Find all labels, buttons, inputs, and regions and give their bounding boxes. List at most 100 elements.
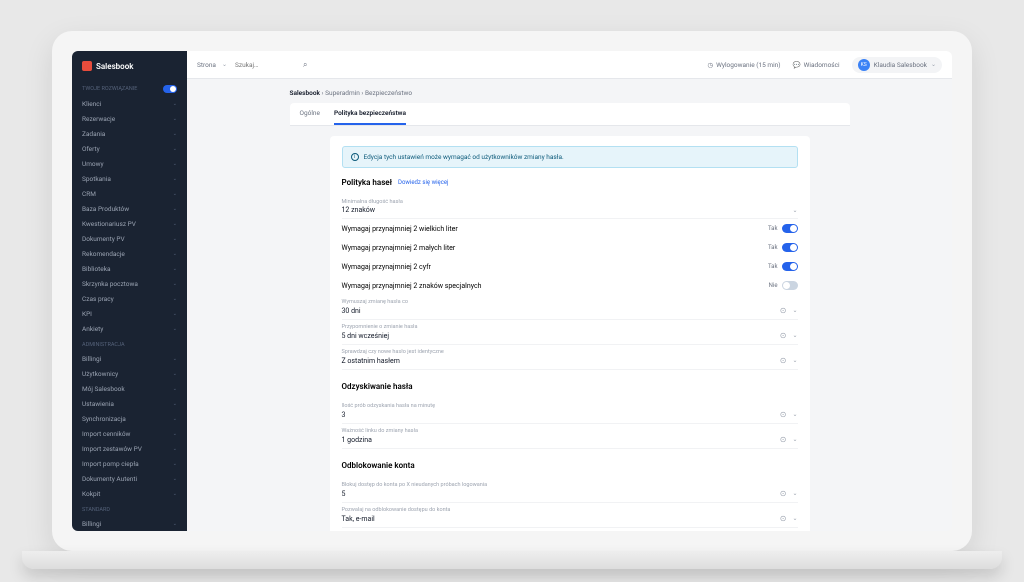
toggle-state: Tak xyxy=(768,244,778,251)
toggle-switch[interactable] xyxy=(782,224,798,233)
setting-value: Tak, e-mail xyxy=(342,515,375,523)
sidebar-item[interactable]: Kwestionariusz PV⌄ xyxy=(72,216,187,231)
setting-row[interactable]: Blokuj dostęp do konta po X nieudanych p… xyxy=(342,478,798,503)
sidebar-item[interactable]: Umowy⌄ xyxy=(72,156,187,171)
rule-row: Wymagaj przynajmniej 2 znaków specjalnyc… xyxy=(342,276,798,295)
setting-value: Z ostatnim hasłem xyxy=(342,357,400,365)
card-title: Odblokowanie konta xyxy=(342,461,415,470)
avatar: KS xyxy=(858,59,870,71)
help-icon[interactable]: ⊙ xyxy=(780,306,787,315)
toggle-switch[interactable] xyxy=(782,243,798,252)
laptop-frame: Salesbook TWOJE ROZWIĄZANIE Klienci⌄Reze… xyxy=(52,31,972,551)
sidebar-item[interactable]: Mój Salesbook⌄ xyxy=(72,381,187,396)
laptop-base xyxy=(22,551,1002,569)
setting-label: Ważność linku do zmiany hasła xyxy=(342,428,798,434)
chevron-down-icon: ⌄ xyxy=(173,281,177,287)
setting-value: 5 xyxy=(342,490,346,498)
logo[interactable]: Salesbook xyxy=(72,59,187,79)
sidebar-item[interactable]: Czas pracy⌄ xyxy=(72,291,187,306)
sidebar-item[interactable]: Oferty⌄ xyxy=(72,141,187,156)
chevron-down-icon: ⌄ xyxy=(792,436,797,443)
setting-label: Przypomnienie o zmianie hasła xyxy=(342,324,798,330)
rule-label: Wymagaj przynajmniej 2 małych liter xyxy=(342,244,456,252)
tab-security-policy[interactable]: Polityka bezpieczeństwa xyxy=(334,103,406,125)
sidebar-item[interactable]: KPI⌄ xyxy=(72,306,187,321)
rule-row: Wymagaj przynajmniej 2 małych liter Tak xyxy=(342,238,798,257)
sidebar-item[interactable]: Billingi⌄ xyxy=(72,516,187,531)
chevron-down-icon: ⌄ xyxy=(931,61,936,68)
sidebar-toggle[interactable] xyxy=(163,85,177,93)
chevron-down-icon: ⌄ xyxy=(173,146,177,152)
chevron-down-icon: ⌄ xyxy=(173,191,177,197)
chevron-down-icon: ⌄ xyxy=(173,236,177,242)
sidebar-item[interactable]: Biblioteka⌄ xyxy=(72,261,187,276)
setting-label: Pozwalaj na odblokowanie dostępu do kont… xyxy=(342,507,798,513)
card-title: Odzyskiwanie hasła xyxy=(342,382,413,391)
chevron-down-icon: ⌄ xyxy=(173,416,177,422)
chevron-down-icon: ⌄ xyxy=(792,207,797,214)
chevron-down-icon: ⌄ xyxy=(173,476,177,482)
sidebar-item[interactable]: Skrzynka pocztowa⌄ xyxy=(72,276,187,291)
sidebar-item[interactable]: Klienci⌄ xyxy=(72,96,187,111)
setting-row[interactable]: Przypomnienie o zmianie hasła5 dni wcześ… xyxy=(342,320,798,345)
setting-row[interactable]: Ilość prób odzyskania hasła na minutę3⊙⌄ xyxy=(342,399,798,424)
sidebar-item[interactable]: Użytkownicy⌄ xyxy=(72,366,187,381)
card-password-policy: Polityka haseł Dowiedz się więcej Minima… xyxy=(342,178,798,370)
sidebar-item[interactable]: Import zestawów PV⌄ xyxy=(72,441,187,456)
search-icon[interactable]: ⌕ xyxy=(303,60,307,70)
help-icon[interactable]: ⊙ xyxy=(780,356,787,365)
chevron-down-icon: ⌄ xyxy=(173,491,177,497)
chevron-down-icon: ⌄ xyxy=(792,357,797,364)
sidebar-item[interactable]: Import cenników⌄ xyxy=(72,426,187,441)
sidebar-item[interactable]: Rekomendacje⌄ xyxy=(72,246,187,261)
chevron-down-icon: ⌄ xyxy=(792,307,797,314)
chevron-down-icon: ⌄ xyxy=(792,490,797,497)
help-icon[interactable]: ⊙ xyxy=(780,514,787,523)
sidebar-item[interactable]: Dokumenty Autenti⌄ xyxy=(72,471,187,486)
toggle-switch[interactable] xyxy=(782,281,798,290)
setting-value: 30 dni xyxy=(342,307,361,315)
messages-link[interactable]: 💬 Wiadomości xyxy=(793,61,840,69)
chat-icon: 💬 xyxy=(793,61,801,69)
help-icon[interactable]: ⊙ xyxy=(780,489,787,498)
setting-row[interactable]: Pozwalaj na odblokowanie dostępu do kont… xyxy=(342,503,798,528)
chevron-down-icon: ⌄ xyxy=(173,296,177,302)
sidebar-section-title: STANDARD xyxy=(72,501,187,516)
tab-general[interactable]: Ogólne xyxy=(300,103,320,125)
rule-label: Wymagaj przynajmniej 2 znaków specjalnyc… xyxy=(342,282,482,290)
sidebar-item[interactable]: Kokpit⌄ xyxy=(72,486,187,501)
sidebar-item[interactable]: Ustawienia⌄ xyxy=(72,396,187,411)
sidebar-item[interactable]: Spotkania⌄ xyxy=(72,171,187,186)
chevron-down-icon: ⌄ xyxy=(173,101,177,107)
sidebar-item[interactable]: Import pomp ciepła⌄ xyxy=(72,456,187,471)
toggle-state: Tak xyxy=(768,225,778,232)
rule-label: Wymagaj przynajmniej 2 cyfr xyxy=(342,263,431,271)
help-icon[interactable]: ⊙ xyxy=(780,410,787,419)
sidebar-item[interactable]: Ankiety⌄ xyxy=(72,321,187,336)
chevron-down-icon: ⌄ xyxy=(173,266,177,272)
setting-row[interactable]: Sprawdzaj czy nowe hasło jest identyczne… xyxy=(342,345,798,370)
sidebar-item[interactable]: CRM⌄ xyxy=(72,186,187,201)
chevron-down-icon: ⌄ xyxy=(173,431,177,437)
field-min-length[interactable]: Minimalna długość hasła 12 znaków ⌄ xyxy=(342,195,798,219)
info-alert: i Edycja tych ustawień może wymagać od u… xyxy=(342,146,798,168)
app-screen: Salesbook TWOJE ROZWIĄZANIE Klienci⌄Reze… xyxy=(72,51,952,531)
toggle-state: Nie xyxy=(769,282,778,289)
sidebar-item[interactable]: Zadania⌄ xyxy=(72,126,187,141)
search-input[interactable] xyxy=(235,61,295,69)
learn-more-link[interactable]: Dowiedz się więcej xyxy=(398,179,449,186)
sidebar-item[interactable]: Synchronizacja⌄ xyxy=(72,411,187,426)
setting-row[interactable]: Wymuszaj zmianę hasła co30 dni⊙⌄ xyxy=(342,295,798,320)
sidebar-item[interactable]: Rezerwacje⌄ xyxy=(72,111,187,126)
sidebar-item[interactable]: Dokumenty PV⌄ xyxy=(72,231,187,246)
sidebar-item[interactable]: Billingi⌄ xyxy=(72,351,187,366)
user-menu[interactable]: KS Klaudia Salesbook ⌄ xyxy=(852,57,942,73)
help-icon[interactable]: ⊙ xyxy=(780,435,787,444)
sidebar-item[interactable]: Baza Produktów⌄ xyxy=(72,201,187,216)
help-icon[interactable]: ⊙ xyxy=(780,331,787,340)
toggle-switch[interactable] xyxy=(782,262,798,271)
setting-row[interactable]: Ważność linku do zmiany hasła1 godzina⊙⌄ xyxy=(342,424,798,449)
search-scope[interactable]: Strona ⌄ xyxy=(197,61,227,69)
settings-panel: i Edycja tych ustawień może wymagać od u… xyxy=(330,136,810,531)
logout-timer[interactable]: ◷ Wylogowanie (15 min) xyxy=(707,61,780,69)
